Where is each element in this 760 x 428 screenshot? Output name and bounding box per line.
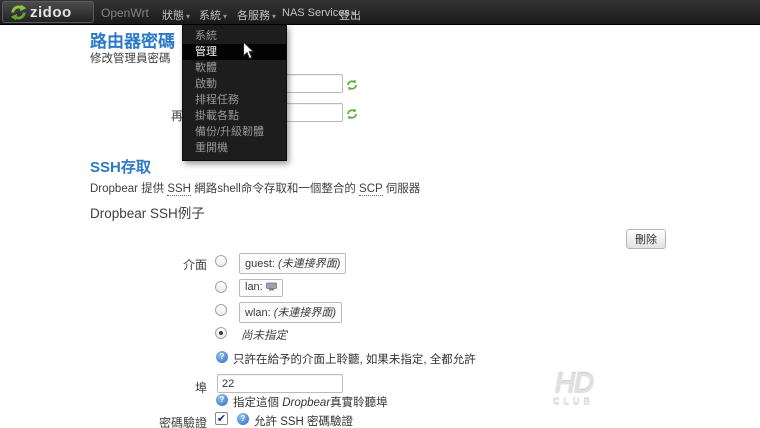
- brand-logo[interactable]: zidoo: [2, 1, 94, 23]
- top-navbar: zidoo OpenWrt 狀態 ▾ 系統 ▾ 各服務 ▾ NAS Services ▾…: [0, 0, 760, 25]
- ssh-description: Dropbear 提供 SSH 網路shell命令存取和一個整合的 SCP 伺服…: [90, 183, 421, 196]
- router-password-description: 修改管理員密碼: [90, 53, 171, 65]
- chevron-down-icon: ▾: [186, 12, 191, 21]
- menu-item-system[interactable]: 系統: [183, 28, 286, 44]
- password-auth-hint: 允許 SSH 密碼驗證: [254, 416, 354, 428]
- reveal-password-icon[interactable]: [346, 78, 358, 91]
- interface-option-wlan: wlan: (未連接界面): [239, 302, 343, 323]
- interface-field-label: 介面: [182, 258, 207, 272]
- watermark: HD CLUB © 2016 www.HD.Club.tw: [553, 368, 760, 428]
- port-input[interactable]: [217, 374, 343, 393]
- nav-item-status[interactable]: 狀態 ▾: [162, 7, 190, 23]
- menu-item-scheduled-tasks[interactable]: 排程任務: [183, 92, 286, 108]
- chevron-down-icon: ▾: [272, 12, 277, 21]
- help-icon: ?: [216, 394, 228, 406]
- interface-option-guest: guest: (未連接界面): [239, 253, 347, 274]
- radio-interface-unspecified[interactable]: [215, 327, 227, 339]
- menu-item-startup[interactable]: 啟動: [183, 76, 286, 92]
- page-title-router-password: 路由器密碼: [90, 32, 175, 51]
- mouse-cursor-icon: [242, 40, 255, 66]
- brand-name: zidoo: [30, 3, 72, 21]
- abbr-ssh: SSH: [167, 183, 191, 196]
- nav-item-logout[interactable]: 登出: [339, 7, 361, 23]
- section-title-ssh-access: SSH存取: [90, 159, 151, 176]
- menu-item-backup-flash-firmware[interactable]: 備份/升級韌體: [183, 124, 286, 140]
- dropbear-brand: Dropbear: [282, 397, 331, 409]
- system-dropdown-menu: 系統 管理 軟體 啟動 排程任務 掛載各點 備份/升級韌體 重開機: [182, 25, 287, 161]
- abbr-scp: SCP: [359, 183, 383, 196]
- ethernet-adapter-icon: [265, 282, 277, 294]
- radio-interface-lan[interactable]: [215, 281, 227, 293]
- password-auth-checkbox[interactable]: ✔: [215, 412, 228, 425]
- subsection-title-dropbear-instance: Dropbear SSH例子: [90, 206, 205, 221]
- nav-item-system[interactable]: 系統 ▾: [199, 7, 227, 23]
- menu-item-software[interactable]: 軟體: [183, 60, 286, 76]
- reveal-password-icon[interactable]: [346, 107, 358, 120]
- interface-option-unspecified: 尚未指定: [241, 330, 287, 342]
- port-field-label: 埠: [194, 381, 207, 395]
- menu-item-mount-points[interactable]: 掛載各點: [183, 108, 286, 124]
- menu-item-reboot[interactable]: 重開機: [183, 140, 286, 156]
- password-auth-field-label: 密碼驗證: [158, 416, 207, 428]
- hd-club-logo: HD CLUB: [553, 368, 594, 408]
- abbr-ssh: SSH: [280, 416, 304, 428]
- chevron-down-icon: ▾: [223, 12, 228, 21]
- port-hint: 指定這個 Dropbear真實聆聽埠: [233, 397, 388, 409]
- radio-interface-wlan[interactable]: [215, 304, 227, 316]
- brand-recycle-icon: [10, 4, 27, 21]
- menu-item-administration[interactable]: 管理: [183, 44, 286, 60]
- delete-button[interactable]: 刪除: [626, 229, 666, 249]
- radio-interface-guest[interactable]: [215, 255, 227, 267]
- help-icon: ?: [216, 351, 228, 363]
- interface-hint: 只許在給予的介面上聆聽, 如果未指定, 全都允許: [233, 354, 476, 366]
- app-title: OpenWrt: [101, 6, 149, 20]
- page: zidoo OpenWrt 狀態 ▾ 系統 ▾ 各服務 ▾ NAS Services ▾…: [0, 0, 760, 428]
- interface-option-lan: lan:: [239, 279, 283, 297]
- help-icon: ?: [237, 413, 249, 425]
- nav-item-services[interactable]: 各服務 ▾: [237, 7, 276, 23]
